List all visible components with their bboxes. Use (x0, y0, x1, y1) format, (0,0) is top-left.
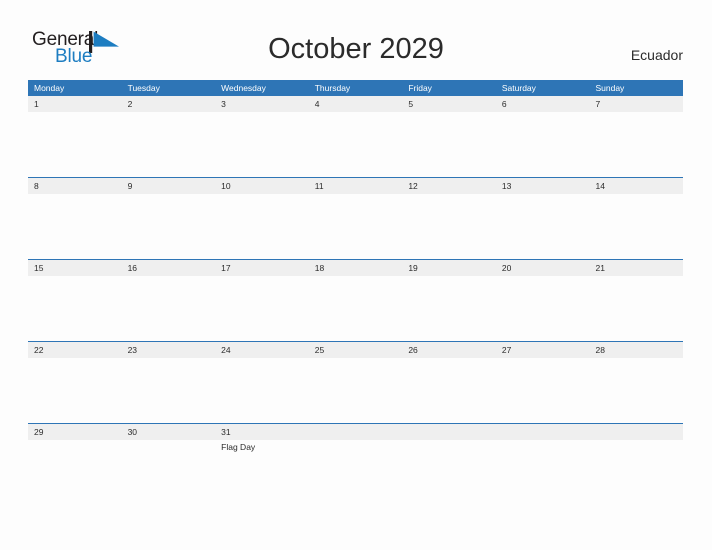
week-event-band (28, 276, 683, 341)
day-number[interactable]: 5 (402, 96, 496, 112)
day-event (496, 112, 590, 177)
weekday-header-sunday: Sunday (595, 83, 625, 93)
weekday-header-tuesday: Tuesday (127, 83, 160, 93)
day-event (122, 112, 216, 177)
day-event (496, 194, 590, 259)
day-number[interactable]: 4 (309, 96, 403, 112)
day-number[interactable]: 3 (215, 96, 309, 112)
country-label: Ecuador (630, 47, 683, 63)
weekday-header-monday: Monday (34, 83, 65, 93)
day-number[interactable]: 25 (309, 342, 403, 358)
day-number (402, 424, 496, 440)
day-event (28, 112, 122, 177)
day-number[interactable]: 29 (28, 424, 122, 440)
week-event-band (28, 112, 683, 177)
day-event: Flag Day (221, 442, 256, 452)
week-date-band: 8 9 10 11 12 13 14 (28, 178, 683, 194)
week-row: 1 2 3 4 5 6 7 (28, 96, 683, 177)
day-event (122, 358, 216, 423)
day-event (589, 440, 683, 520)
day-number[interactable]: 14 (589, 178, 683, 194)
day-event (309, 440, 403, 520)
day-event (589, 358, 683, 423)
day-number[interactable]: 21 (589, 260, 683, 276)
day-event (496, 440, 590, 520)
day-number[interactable]: 26 (402, 342, 496, 358)
day-number[interactable]: 31 (215, 424, 309, 440)
day-event (309, 112, 403, 177)
day-number[interactable]: 22 (28, 342, 122, 358)
day-event (589, 276, 683, 341)
page-header: General Blue October 2029 Ecuador (0, 0, 712, 78)
day-event (122, 194, 216, 259)
day-number[interactable]: 19 (402, 260, 496, 276)
day-event (309, 194, 403, 259)
week-row: 15 16 17 18 19 20 21 (28, 259, 683, 341)
day-event (28, 440, 122, 520)
day-event (215, 276, 309, 341)
day-number (496, 424, 590, 440)
day-number[interactable]: 12 (402, 178, 496, 194)
day-event (28, 358, 122, 423)
day-event (402, 112, 496, 177)
week-row: 29 30 31 Flag Day (28, 423, 683, 520)
calendar-grid: Monday Tuesday Wednesday Thursday Friday… (28, 80, 683, 520)
day-number[interactable]: 20 (496, 260, 590, 276)
week-date-band: 15 16 17 18 19 20 21 (28, 260, 683, 276)
weekday-header-wednesday: Wednesday (221, 83, 266, 93)
day-event (496, 276, 590, 341)
day-event (496, 358, 590, 423)
week-row: 22 23 24 25 26 27 28 (28, 341, 683, 423)
week-date-band: 22 23 24 25 26 27 28 (28, 342, 683, 358)
day-event (215, 112, 309, 177)
week-row: 8 9 10 11 12 13 14 (28, 177, 683, 259)
week-event-band: Flag Day (28, 440, 683, 520)
page-title: October 2029 (268, 33, 444, 65)
day-event (402, 194, 496, 259)
day-number[interactable]: 16 (122, 260, 216, 276)
day-number[interactable]: 18 (309, 260, 403, 276)
weekday-header-row: Monday Tuesday Wednesday Thursday Friday… (28, 80, 683, 96)
day-number[interactable]: 27 (496, 342, 590, 358)
day-event (309, 276, 403, 341)
day-number[interactable]: 13 (496, 178, 590, 194)
day-event (122, 276, 216, 341)
day-number (309, 424, 403, 440)
day-number[interactable]: 6 (496, 96, 590, 112)
day-number[interactable]: 23 (122, 342, 216, 358)
weekday-header-friday: Friday (408, 83, 432, 93)
day-number[interactable]: 8 (28, 178, 122, 194)
day-number[interactable]: 10 (215, 178, 309, 194)
day-number[interactable]: 24 (215, 342, 309, 358)
day-number (589, 424, 683, 440)
day-event (215, 358, 309, 423)
day-event (589, 112, 683, 177)
weekday-header-saturday: Saturday (501, 83, 536, 93)
day-event (28, 276, 122, 341)
day-event (122, 440, 216, 520)
day-number[interactable]: 7 (589, 96, 683, 112)
week-date-band: 29 30 31 (28, 424, 683, 440)
week-event-band (28, 358, 683, 423)
day-number[interactable]: 2 (122, 96, 216, 112)
day-number[interactable]: 30 (122, 424, 216, 440)
calendar-page: General Blue October 2029 Ecuador Monday… (0, 0, 712, 550)
day-number[interactable]: 28 (589, 342, 683, 358)
day-event (402, 440, 496, 520)
day-event (402, 276, 496, 341)
week-event-band (28, 194, 683, 259)
day-number[interactable]: 17 (215, 260, 309, 276)
day-event (309, 358, 403, 423)
day-event (28, 194, 122, 259)
day-event (402, 358, 496, 423)
day-event (215, 194, 309, 259)
day-number[interactable]: 1 (28, 96, 122, 112)
day-number[interactable]: 9 (122, 178, 216, 194)
day-event (589, 194, 683, 259)
week-date-band: 1 2 3 4 5 6 7 (28, 96, 683, 112)
day-number[interactable]: 11 (309, 178, 403, 194)
weekday-header-thursday: Thursday (314, 83, 351, 93)
day-number[interactable]: 15 (28, 260, 122, 276)
